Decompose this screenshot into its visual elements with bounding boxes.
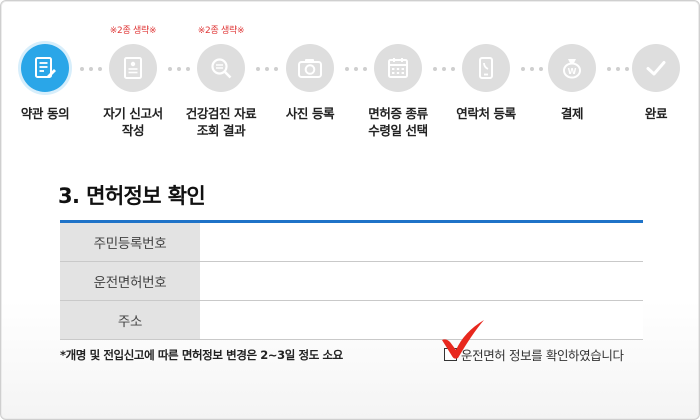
search-icon (209, 56, 233, 80)
check-icon (644, 56, 668, 80)
step-label: 면허증 종류 수령일 선택 (368, 106, 428, 138)
step-label: 사진 등록 (285, 106, 335, 121)
step-label: 약관 동의 (20, 106, 70, 121)
camera-icon (297, 56, 323, 80)
step-connector (433, 67, 455, 71)
svg-text:W: W (568, 67, 577, 76)
step-connector (607, 67, 629, 71)
license-number-label: 운전면허번호 (60, 262, 200, 300)
resident-number-cell (200, 223, 643, 261)
step-label: 건강검진 자료 조회 결과 (185, 106, 257, 138)
license-info-table: 주민등록번호 운전면허번호 주소 (60, 220, 643, 340)
step-circle (632, 44, 680, 92)
info-change-notice: *개명 및 전입신고에 따른 면허정보 변경은 2~3일 정도 소요 (60, 348, 343, 362)
address-row: 주소 (60, 301, 643, 340)
resident-number-input[interactable] (200, 223, 643, 261)
step-connector (345, 67, 367, 71)
step-connector (256, 67, 278, 71)
step-label: 연락처 등록 (456, 106, 516, 121)
address-label: 주소 (60, 301, 200, 339)
step-circle (21, 44, 69, 92)
license-number-row: 운전면허번호 (60, 262, 643, 301)
step-circle (109, 44, 157, 92)
step-skip-note: ※2종 생략※ (197, 26, 245, 36)
payment-bag-icon: W (560, 56, 584, 80)
step-connector (521, 67, 543, 71)
step-connector (168, 67, 190, 71)
address-cell (200, 301, 643, 339)
step-circle (286, 44, 334, 92)
step-circle (197, 44, 245, 92)
license-number-input[interactable] (200, 262, 643, 300)
resident-number-row: 주민등록번호 (60, 223, 643, 262)
section-title: 3. 면허정보 확인 (58, 184, 206, 208)
document-edit-icon (33, 56, 57, 80)
license-number-cell (200, 262, 643, 300)
step-label: 완료 (644, 106, 668, 121)
form-document-icon (121, 56, 145, 80)
step-skip-note: ※2종 생략※ (109, 26, 157, 36)
calendar-icon (386, 56, 410, 80)
phone-icon (474, 56, 498, 80)
step-label: 결제 (560, 106, 584, 121)
step-circle (374, 44, 422, 92)
address-input[interactable] (200, 301, 643, 339)
progress-stepper: 약관 동의 ※2종 생략※ 자기 신고서 작성 ※2종 생략※ 건강검진 자료 … (0, 0, 700, 160)
step-circle: W (548, 44, 596, 92)
step-circle (462, 44, 510, 92)
step-label: 자기 신고서 작성 (103, 106, 163, 138)
step-connector (80, 67, 102, 71)
red-checkmark-icon (438, 318, 488, 364)
resident-number-label: 주민등록번호 (60, 223, 200, 261)
